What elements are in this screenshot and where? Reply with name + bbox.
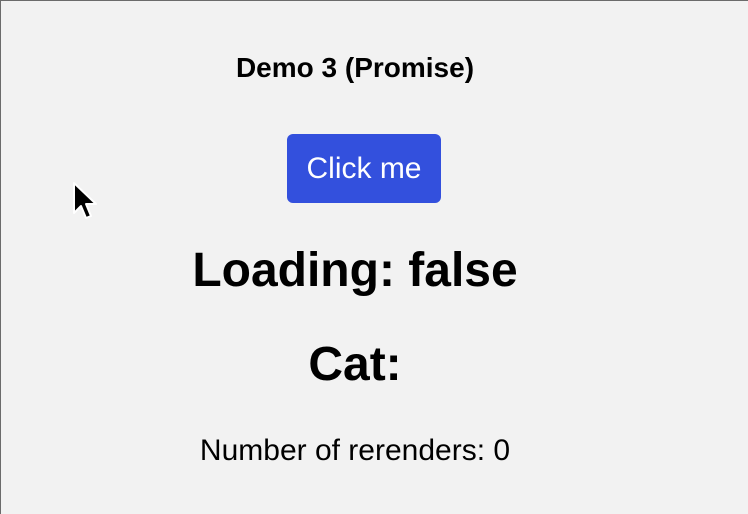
click-me-button[interactable]: Click me <box>287 134 441 203</box>
demo-title: Demo 3 (Promise) <box>235 52 475 83</box>
cat-heading: Cat: <box>308 338 402 391</box>
rerender-counter: Number of rerenders: 0 <box>199 434 511 467</box>
mouse-pointer-icon <box>73 182 97 219</box>
loading-status: Loading: false <box>192 244 518 297</box>
